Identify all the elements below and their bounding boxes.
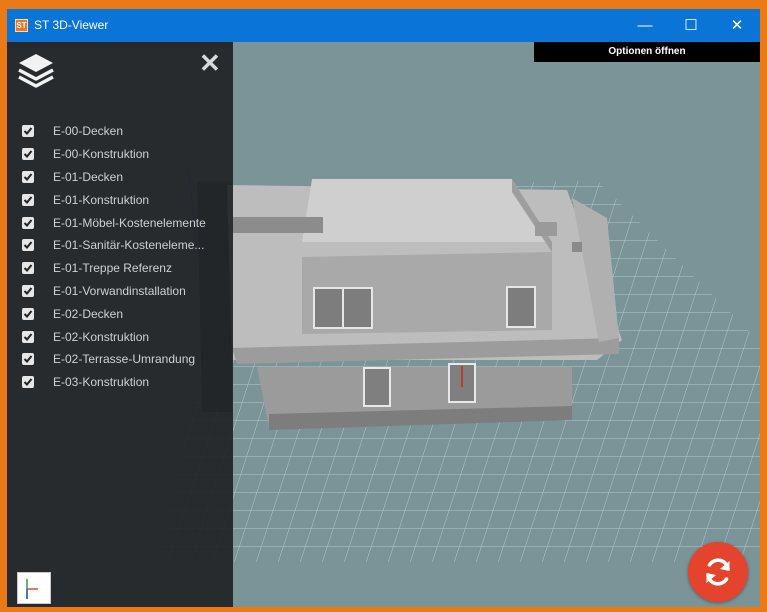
layer-item[interactable]: E-02-Terrasse-Umrandung [22,348,206,371]
layer-checkbox[interactable] [22,284,34,297]
close-window-button[interactable]: ✕ [714,9,760,42]
layers-icon[interactable] [17,52,55,95]
layer-item[interactable]: E-01-Konstruktion [22,188,206,211]
minimize-button[interactable]: — [622,9,668,42]
layer-item[interactable]: E-03-Konstruktion [22,371,206,394]
layer-item[interactable]: E-01-Sanitär-Kosteneleme... [22,234,206,257]
layer-label: E-01-Möbel-Kostenelemente [53,215,206,230]
layer-checkbox[interactable] [22,239,34,252]
layer-item[interactable]: E-01-Treppe Referenz [22,257,206,280]
app-window: ST ST 3D-Viewer — ☐ ✕ Optionen öffnen ✕ … [0,0,767,612]
layer-label: E-01-Vorwandinstallation [53,283,186,298]
layer-checkbox[interactable] [22,125,34,138]
roof-block [535,222,557,236]
layer-checkbox[interactable] [22,193,34,206]
layer-checkbox[interactable] [22,353,34,366]
title-bar: ST ST 3D-Viewer — ☐ ✕ [7,9,760,42]
layer-checkbox[interactable] [22,262,34,275]
layer-label: E-02-Terrasse-Umrandung [53,352,196,367]
layer-label: E-01-Treppe Referenz [53,261,172,276]
layer-checkbox[interactable] [22,170,34,183]
layer-label: E-02-Decken [53,306,124,321]
layer-label: E-03-Konstruktion [53,375,150,390]
layer-checkbox[interactable] [22,330,34,343]
layer-item[interactable]: E-00-Konstruktion [22,143,206,166]
axes-icon[interactable] [17,572,51,604]
layer-item[interactable]: E-02-Decken [22,302,206,325]
layer-label: E-01-Sanitär-Kosteneleme... [53,238,205,253]
3d-viewport[interactable]: Optionen öffnen ✕ E-00-Decken E-00-Konst… [7,42,760,607]
layer-label: E-00-Konstruktion [53,147,150,162]
window-ground-left [363,367,391,407]
layer-item[interactable]: E-01-Decken [22,166,206,189]
layer-item[interactable]: E-00-Decken [22,120,206,143]
layer-panel: ✕ E-00-Decken E-00-Konstruktion E-01-Dec… [7,42,233,607]
layer-label: E-02-Konstruktion [53,329,150,344]
app-icon: ST [15,19,28,32]
options-button[interactable]: Optionen öffnen [534,42,760,62]
layer-label: E-00-Decken [53,124,124,139]
upper-window-right [506,286,536,328]
layer-item[interactable]: E-01-Vorwandinstallation [22,280,206,303]
layer-label: E-01-Konstruktion [53,192,150,207]
window-title: ST 3D-Viewer [34,18,109,32]
layer-checkbox[interactable] [22,307,34,320]
layer-checkbox[interactable] [22,148,34,161]
maximize-button[interactable]: ☐ [668,9,714,42]
layer-checkbox[interactable] [22,216,34,229]
refresh-icon[interactable] [688,542,748,602]
layer-item[interactable]: E-02-Konstruktion [22,325,206,348]
layer-list: E-00-Decken E-00-Konstruktion E-01-Decke… [22,120,206,394]
layer-checkbox[interactable] [22,376,34,389]
layer-label: E-01-Decken [53,169,124,184]
close-panel-icon[interactable]: ✕ [199,50,221,76]
layer-item[interactable]: E-01-Möbel-Kostenelemente [22,211,206,234]
